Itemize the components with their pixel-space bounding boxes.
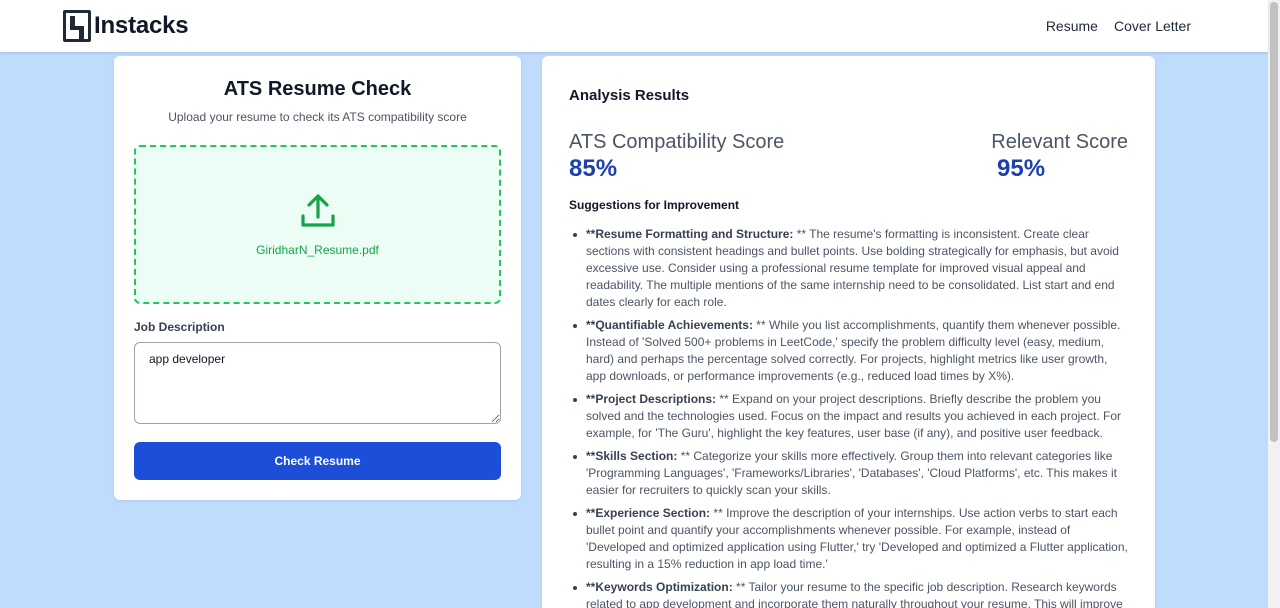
suggestions-list: **Resume Formatting and Structure: ** Th… [569,226,1129,608]
check-resume-button[interactable]: Check Resume [134,442,501,480]
nav-links: Resume Cover Letter [1046,18,1191,34]
suggestion-heading: **Resume Formatting and Structure: [586,227,794,241]
suggestion-item: **Project Descriptions: ** Expand on you… [569,391,1129,442]
nav-link-resume[interactable]: Resume [1046,18,1098,34]
resume-check-card: ATS Resume Check Upload your resume to c… [114,56,521,500]
results-title: Analysis Results [569,87,690,104]
suggestion-item: **Experience Section: ** Improve the des… [569,505,1129,573]
suggestion-heading: **Skills Section: [586,449,678,463]
job-description-input[interactable]: app developer [134,342,501,424]
card-title: ATS Resume Check [223,78,412,100]
suggestion-heading: **Keywords Optimization: [586,580,733,594]
upload-icon [301,194,335,227]
analysis-results-card: Analysis Results ATS Compatibility Score… [542,56,1155,608]
brand-logo[interactable]: Instacks [63,9,189,43]
suggestion-heading: **Experience Section: [586,506,711,520]
relevant-score-value: 95% [997,155,1046,182]
suggestion-heading: **Project Descriptions: [586,392,717,406]
top-navbar: Instacks Resume Cover Letter [0,0,1268,52]
suggestions-title: Suggestions for Improvement [569,198,740,212]
ats-score-label: ATS Compatibility Score [569,131,785,153]
scrollbar-thumb[interactable] [1270,2,1278,442]
resume-upload-dropzone[interactable]: GiridharN_Resume.pdf [134,145,501,304]
suggestion-item: **Resume Formatting and Structure: ** Th… [569,226,1129,311]
ats-score-value: 85% [569,155,618,182]
suggestion-item: **Quantifiable Achievements: ** While yo… [569,317,1129,385]
job-description-label: Job Description [134,320,225,334]
card-subtitle: Upload your resume to check its ATS comp… [168,110,467,124]
page-scrollbar[interactable] [1268,0,1280,608]
uploaded-file-name: GiridharN_Resume.pdf [256,243,379,257]
suggestion-item: **Skills Section: ** Categorize your ski… [569,448,1129,499]
suggestion-item: **Keywords Optimization: ** Tailor your … [569,579,1129,608]
logo-icon [63,10,91,42]
brand-name: Instacks [94,12,189,39]
relevant-score-label: Relevant Score [991,131,1128,153]
nav-link-cover-letter[interactable]: Cover Letter [1114,18,1191,34]
suggestion-heading: **Quantifiable Achievements: [586,318,753,332]
